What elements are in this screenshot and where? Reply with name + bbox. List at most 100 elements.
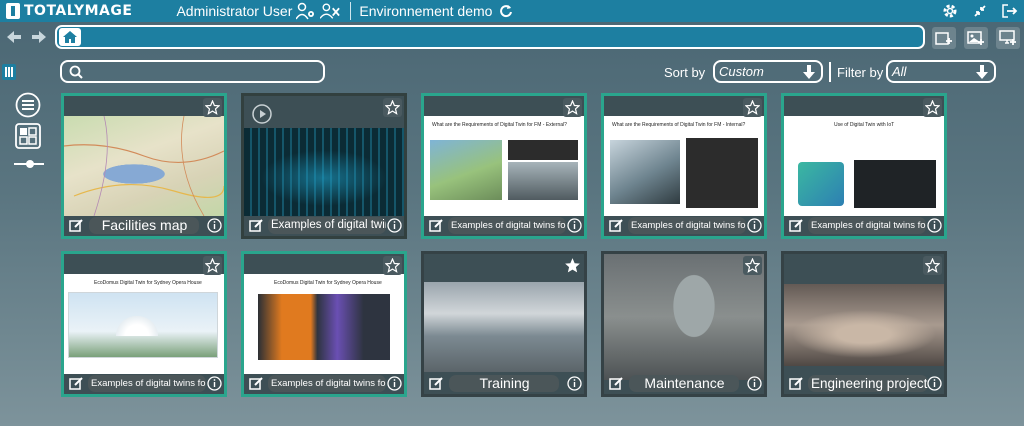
map-thumbnail [64, 116, 224, 216]
search-box[interactable] [60, 60, 325, 83]
thumbnail[interactable] [244, 128, 404, 216]
info-icon[interactable] [747, 218, 762, 233]
card-title: Maintenance [629, 375, 739, 392]
environment-name: Environnement demo [359, 3, 493, 19]
card-title: Engineering project [808, 375, 928, 392]
add-folder-icon[interactable] [932, 27, 956, 49]
media-card[interactable]: What are the Requirements of Digital Twi… [601, 93, 767, 239]
media-card[interactable]: What are the Requirements of Digital Twi… [421, 93, 587, 239]
thumbnail[interactable]: Use of Digital Twin with IoT [784, 116, 944, 216]
sort-label: Sort by [664, 65, 706, 80]
star-icon[interactable] [743, 256, 762, 275]
play-icon[interactable] [252, 104, 272, 129]
edit-icon[interactable] [609, 218, 624, 233]
info-icon[interactable] [387, 218, 402, 233]
media-card[interactable]: Examples of digital twins [241, 93, 407, 239]
filter-label: Filter by [837, 65, 884, 80]
media-card[interactable]: EcoDomus Digital Twin for Sydney Opera H… [61, 251, 227, 397]
sort-value: Custom [719, 64, 764, 79]
media-card[interactable]: Facilities map [61, 93, 227, 239]
grid-view-icon[interactable] [15, 123, 41, 154]
user-settings-icon[interactable] [296, 1, 316, 21]
card-title: Examples of digital twins for FM3 [808, 217, 926, 234]
thumbnail[interactable]: What are the Requirements of Digital Twi… [424, 116, 584, 216]
sort-select[interactable]: Custom [713, 60, 823, 83]
logo: TOTALYMAGE [0, 0, 138, 22]
add-screen-icon[interactable] [996, 27, 1020, 49]
info-icon[interactable] [207, 218, 222, 233]
breadcrumb-bar[interactable] [55, 25, 925, 49]
info-icon[interactable] [747, 376, 762, 391]
edit-icon[interactable] [789, 376, 804, 391]
info-icon[interactable] [927, 376, 942, 391]
thumbnail[interactable] [64, 116, 224, 216]
media-card[interactable]: Maintenance [601, 251, 767, 397]
home-icon[interactable] [59, 28, 81, 46]
info-icon[interactable] [927, 218, 942, 233]
photo-thumbnail [604, 254, 764, 380]
media-card[interactable]: EcoDomus Digital Twin for Sydney Opera H… [241, 251, 407, 397]
gear-icon[interactable] [940, 1, 960, 21]
thumbnail[interactable] [784, 284, 944, 366]
search-icon [69, 65, 83, 84]
info-icon[interactable] [207, 376, 222, 391]
thumbnail[interactable] [604, 254, 764, 380]
edit-icon[interactable] [249, 376, 264, 391]
list-view-icon[interactable] [15, 92, 41, 123]
thumbnail[interactable] [424, 282, 584, 372]
star-icon[interactable] [923, 98, 942, 117]
filter-select[interactable]: All [886, 60, 996, 83]
info-icon[interactable] [567, 218, 582, 233]
star-icon[interactable] [563, 256, 582, 275]
search-input[interactable] [90, 63, 320, 80]
edit-icon[interactable] [69, 218, 84, 233]
info-icon[interactable] [567, 376, 582, 391]
zoom-slider[interactable] [14, 156, 44, 174]
edit-icon[interactable] [69, 376, 84, 391]
thumbnail[interactable]: What are the Requirements of Digital Twi… [604, 116, 764, 216]
slide-title: What are the Requirements of Digital Twi… [432, 122, 567, 128]
collapse-icon[interactable] [970, 1, 990, 21]
card-title: Examples of digital twins for FM1 [448, 217, 566, 234]
arrow-down-icon [803, 65, 815, 79]
user-logout-icon[interactable] [320, 1, 341, 21]
add-media-icon[interactable] [964, 27, 988, 49]
slide-thumbnail: Use of Digital Twin with IoT [784, 116, 944, 216]
logout-icon[interactable] [1000, 1, 1020, 21]
refresh-icon[interactable] [496, 1, 516, 21]
slide-thumbnail: EcoDomus Digital Twin for Sydney Opera H… [244, 274, 404, 374]
info-icon[interactable] [387, 376, 402, 391]
star-icon[interactable] [563, 98, 582, 117]
pano-thumbnail [244, 128, 404, 216]
arrow-down-icon [976, 65, 988, 79]
media-card[interactable]: Use of Digital Twin with IoT Examples of… [781, 93, 947, 239]
nav-bar [0, 22, 1024, 52]
star-icon[interactable] [203, 98, 222, 117]
card-title: Examples of digital twins for FM2 [628, 217, 746, 234]
media-card[interactable]: Engineering project [781, 251, 947, 397]
star-icon[interactable] [923, 256, 942, 275]
media-card[interactable]: Training [421, 251, 587, 397]
library-icon[interactable] [2, 64, 16, 85]
edit-icon[interactable] [429, 376, 444, 391]
star-icon[interactable] [383, 256, 402, 275]
edit-icon[interactable] [609, 376, 624, 391]
divider [350, 2, 352, 20]
card-title: Facilities map [89, 217, 199, 234]
edit-icon[interactable] [789, 218, 804, 233]
top-bar: TOTALYMAGE Administrator User Environnem… [0, 0, 1024, 22]
card-title: Examples of digital twins [268, 217, 386, 234]
thumbnail[interactable]: EcoDomus Digital Twin for Sydney Opera H… [244, 274, 404, 374]
edit-icon[interactable] [429, 218, 444, 233]
slide-thumbnail: What are the Requirements of Digital Twi… [604, 116, 764, 216]
slide-title: Use of Digital Twin with IoT [834, 122, 895, 128]
logo-mark-icon [6, 3, 20, 19]
star-icon[interactable] [743, 98, 762, 117]
star-icon[interactable] [383, 98, 402, 117]
forward-arrow-icon[interactable] [31, 30, 47, 44]
photo-thumbnail [784, 284, 944, 366]
edit-icon[interactable] [249, 218, 264, 233]
back-arrow-icon[interactable] [6, 30, 22, 44]
star-icon[interactable] [203, 256, 222, 275]
thumbnail[interactable]: EcoDomus Digital Twin for Sydney Opera H… [64, 274, 224, 374]
